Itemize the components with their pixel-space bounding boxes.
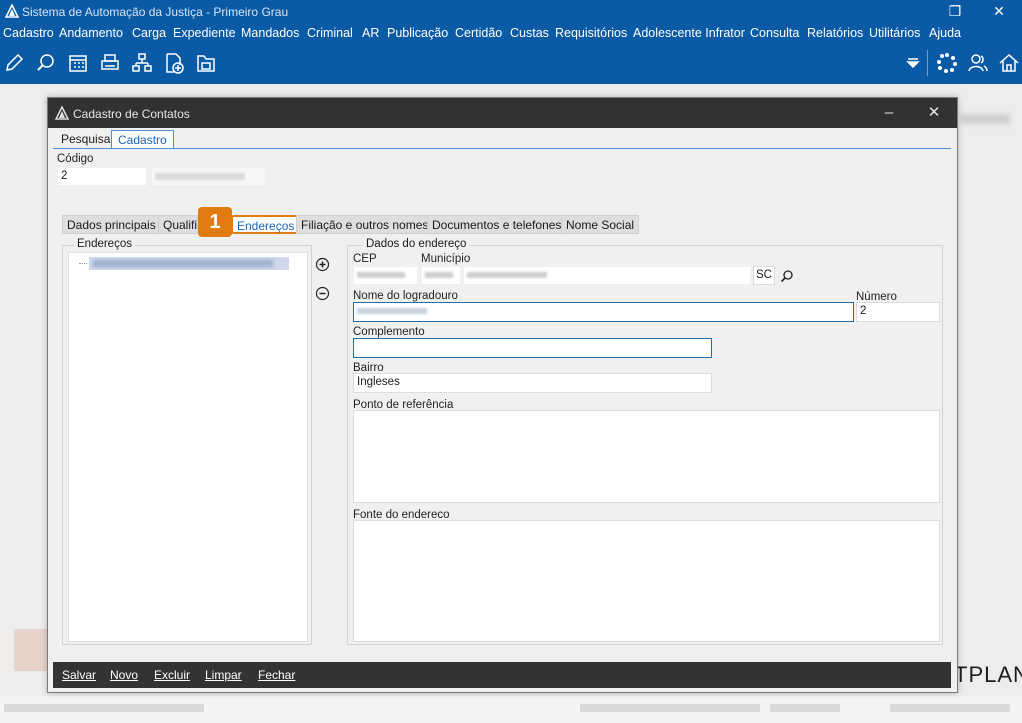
menu-adolescente-infrator[interactable]: Adolescente Infrator [633, 26, 745, 40]
ponto-referencia-field[interactable] [353, 410, 940, 503]
search-document-icon[interactable] [35, 52, 57, 74]
remove-icon[interactable] [315, 286, 330, 301]
complemento-label: Complemento [353, 326, 425, 338]
blurred-status-text [4, 704, 204, 712]
menu-ajuda[interactable]: Ajuda [929, 26, 961, 40]
home-icon[interactable] [998, 52, 1020, 74]
menu-mandados[interactable]: Mandados [241, 26, 299, 40]
complemento-field[interactable] [353, 338, 712, 358]
codigo-field[interactable]: 2 [57, 167, 147, 186]
dados-endereco-label: Dados do endereço [363, 238, 470, 250]
blurred-status-text [890, 704, 1010, 712]
add-icon[interactable] [315, 257, 330, 272]
municipio-name-field[interactable] [463, 266, 751, 285]
menu-carga[interactable]: Carga [132, 26, 166, 40]
menu-custas[interactable]: Custas [510, 26, 549, 40]
enderecos-list[interactable] [68, 252, 308, 642]
close-icon[interactable]: ✕ [924, 104, 944, 122]
tab-documentos-telefones[interactable]: Documentos e telefones [427, 215, 567, 234]
tab-dados-principais[interactable]: Dados principais [62, 215, 161, 234]
menu-relatorios[interactable]: Relatórios [807, 26, 863, 40]
tab-nome-social[interactable]: Nome Social [561, 215, 640, 234]
logradouro-field[interactable] [353, 302, 854, 322]
close-button[interactable]: ✕ [976, 0, 1022, 24]
salvar-button[interactable]: Salvar [62, 668, 96, 682]
menu-cadastro[interactable]: Cadastro [3, 26, 54, 40]
codigo-label: Código [57, 153, 94, 165]
enderecos-label: Endereços [74, 238, 135, 250]
toolbar-separator [927, 50, 928, 76]
menu-utilitarios[interactable]: Utilitários [869, 26, 920, 40]
dialog-title: Cadastro de Contatos [73, 107, 190, 121]
menu-bar: Cadastro Andamento Carga Expediente Mand… [0, 24, 1022, 44]
menu-consulta[interactable]: Consulta [750, 26, 799, 40]
novo-button[interactable]: Novo [110, 668, 138, 682]
cep-label: CEP [353, 253, 377, 265]
calendar-icon[interactable] [67, 52, 89, 74]
menu-publicacao[interactable]: Publicação [387, 26, 448, 40]
menu-certidao[interactable]: Certidão [455, 26, 502, 40]
cep-field[interactable] [353, 266, 418, 285]
uf-field[interactable]: SC [753, 266, 775, 285]
tree-connector [79, 263, 87, 264]
menu-requisitorios[interactable]: Requisitórios [555, 26, 627, 40]
municipio-label: Município [421, 253, 471, 265]
app-title: Sistema de Automação da Justiça - Primei… [22, 5, 289, 19]
add-document-icon[interactable] [163, 52, 185, 74]
tab-enderecos[interactable]: Endereços [231, 215, 301, 234]
hierarchy-icon[interactable] [131, 52, 153, 74]
list-item[interactable] [89, 257, 289, 270]
app-titlebar: Sistema de Automação da Justiça - Primei… [0, 0, 1022, 24]
blurred-image [14, 629, 48, 671]
fonte-endereco-field[interactable] [353, 520, 940, 642]
printer-icon[interactable] [99, 52, 121, 74]
tab-qualificacao[interactable]: Qualific [158, 215, 198, 234]
blurred-status-text [770, 704, 840, 712]
search-icon[interactable] [780, 269, 794, 283]
minimize-icon[interactable]: – [879, 104, 899, 122]
blurred-text [960, 114, 1010, 124]
menu-ar[interactable]: AR [362, 26, 379, 40]
codigo-name-field [151, 167, 266, 186]
folder-icon[interactable] [195, 52, 217, 74]
dropdown-icon[interactable] [902, 52, 924, 74]
watermark: TPLAN [954, 662, 1022, 687]
tab-filiacao[interactable]: Filiação e outros nomes [296, 215, 434, 234]
bairro-field[interactable]: Ingleses [353, 373, 712, 393]
loading-icon[interactable] [936, 52, 958, 74]
step-badge: 1 [198, 207, 232, 237]
menu-andamento[interactable]: Andamento [59, 26, 123, 40]
edit-icon[interactable] [3, 52, 25, 74]
app-logo-icon [5, 4, 19, 18]
blurred-status-text [580, 704, 760, 712]
dialog-action-bar: Salvar Novo Excluir Limpar Fechar [53, 662, 951, 688]
contacts-dialog: Cadastro de Contatos – ✕ Pesquisa Cadast… [47, 97, 958, 693]
limpar-button[interactable]: Limpar [205, 668, 242, 682]
excluir-button[interactable]: Excluir [154, 668, 190, 682]
menu-expediente[interactable]: Expediente [173, 26, 236, 40]
tab-pesquisa[interactable]: Pesquisa [55, 130, 116, 148]
users-icon[interactable] [967, 52, 989, 74]
municipio-code-field[interactable] [421, 266, 461, 285]
numero-field[interactable]: 2 [856, 302, 940, 322]
toolbar [0, 44, 1022, 84]
restore-button[interactable]: ❐ [932, 0, 978, 24]
logradouro-label: Nome do logradouro [353, 290, 458, 302]
tab-cadastro[interactable]: Cadastro [111, 130, 174, 149]
menu-criminal[interactable]: Criminal [307, 26, 353, 40]
dialog-titlebar: Cadastro de Contatos – ✕ [48, 98, 957, 128]
dialog-logo-icon [55, 106, 69, 120]
fechar-button[interactable]: Fechar [258, 668, 295, 682]
